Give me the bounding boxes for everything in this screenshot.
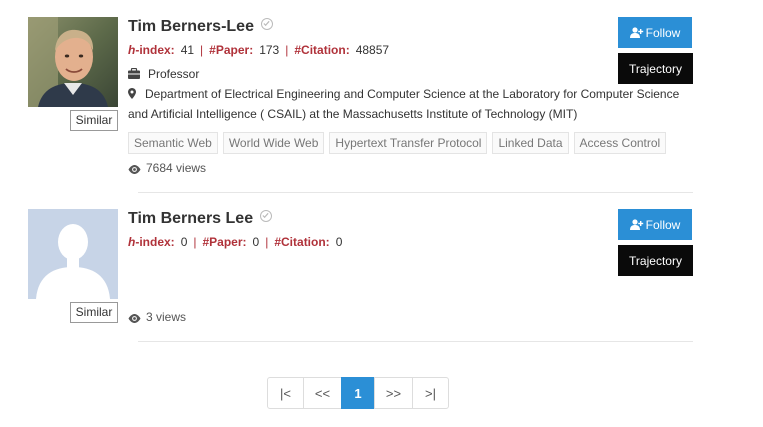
affiliation-row: Department of Electrical Engineering and…	[128, 85, 698, 124]
follow-button[interactable]: Follow	[618, 17, 692, 48]
author-name[interactable]: Tim Berners-Lee	[128, 18, 254, 35]
position-row: Professor	[128, 67, 199, 82]
author-name[interactable]: Tim Berners Lee	[128, 210, 253, 227]
previous-page-button[interactable]: <<	[303, 377, 342, 409]
tag-linked-data[interactable]: Linked Data	[492, 132, 569, 154]
add-user-icon	[629, 27, 643, 38]
first-page-button[interactable]: |<	[267, 377, 304, 409]
avatar[interactable]	[28, 209, 118, 299]
tag-access-control[interactable]: Access Control	[573, 132, 667, 154]
verified-check-icon	[260, 210, 273, 222]
trajectory-button[interactable]: Trajectory	[618, 53, 693, 84]
result-card-2: Similar Tim Berners Lee h-index: 0 | #Paper…	[0, 195, 763, 345]
follow-label: Follow	[645, 217, 681, 232]
avatar[interactable]	[28, 17, 118, 107]
tag-semantic-web[interactable]: Semantic Web	[128, 132, 218, 154]
verified-check-icon	[260, 18, 273, 30]
stat-separator: |	[265, 235, 269, 249]
eye-icon	[128, 163, 141, 177]
divider	[138, 341, 693, 342]
default-avatar-silhouette-icon	[28, 209, 118, 299]
citation-label: #Citation:	[294, 43, 350, 57]
interest-tags: Semantic Web World Wide Web Hypertext Tr…	[128, 132, 667, 154]
views-row: 7684 views	[128, 161, 206, 177]
citation-label: #Citation:	[274, 235, 330, 249]
stat-separator: |	[193, 235, 197, 249]
citation-count: 48857	[355, 43, 390, 57]
affiliation-text: Department of Electrical Engineering and…	[128, 87, 680, 121]
stat-separator: |	[200, 43, 204, 57]
h-index-value: 0	[180, 235, 188, 249]
h-index-label: h-index:	[128, 235, 175, 249]
author-name-row: Tim Berners-Lee	[128, 18, 273, 36]
stat-separator: |	[285, 43, 289, 57]
similar-button[interactable]: Similar	[70, 110, 118, 131]
paper-label: #Paper:	[209, 43, 254, 57]
views-row: 3 views	[128, 310, 186, 326]
tag-world-wide-web[interactable]: World Wide Web	[222, 132, 325, 154]
next-page-button[interactable]: >>	[374, 377, 413, 409]
eye-icon	[128, 312, 141, 326]
follow-button[interactable]: Follow	[618, 209, 692, 240]
last-page-button[interactable]: >|	[412, 377, 449, 409]
map-pin-icon	[128, 86, 136, 105]
tag-http[interactable]: Hypertext Transfer Protocol	[329, 132, 488, 154]
position-title: Professor	[148, 67, 200, 81]
person-photo-icon	[28, 17, 118, 107]
page-1-button[interactable]: 1	[341, 377, 375, 409]
views-count: 7684 views	[146, 161, 207, 175]
follow-label: Follow	[645, 25, 681, 40]
author-name-row: Tim Berners Lee	[128, 210, 273, 228]
add-user-icon	[629, 219, 643, 230]
result-card-1: Similar Tim Berners-Lee h-index: 41 | #Pape…	[0, 0, 763, 195]
paper-count: 0	[252, 235, 260, 249]
paper-label: #Paper:	[202, 235, 247, 249]
author-stats: h-index: 0 | #Paper: 0 | #Citation: 0	[128, 235, 342, 249]
author-stats: h-index: 41 | #Paper: 173 | #Citation: 48857	[128, 43, 389, 57]
briefcase-icon	[128, 67, 140, 82]
h-index-value: 41	[180, 43, 195, 57]
similar-button[interactable]: Similar	[70, 302, 118, 323]
divider	[138, 192, 693, 193]
trajectory-button[interactable]: Trajectory	[618, 245, 693, 276]
paper-count: 173	[259, 43, 280, 57]
views-count: 3 views	[146, 310, 187, 324]
pagination: |< << 1 >> >|	[267, 377, 449, 409]
citation-count: 0	[335, 235, 343, 249]
h-index-label: h-index:	[128, 43, 175, 57]
